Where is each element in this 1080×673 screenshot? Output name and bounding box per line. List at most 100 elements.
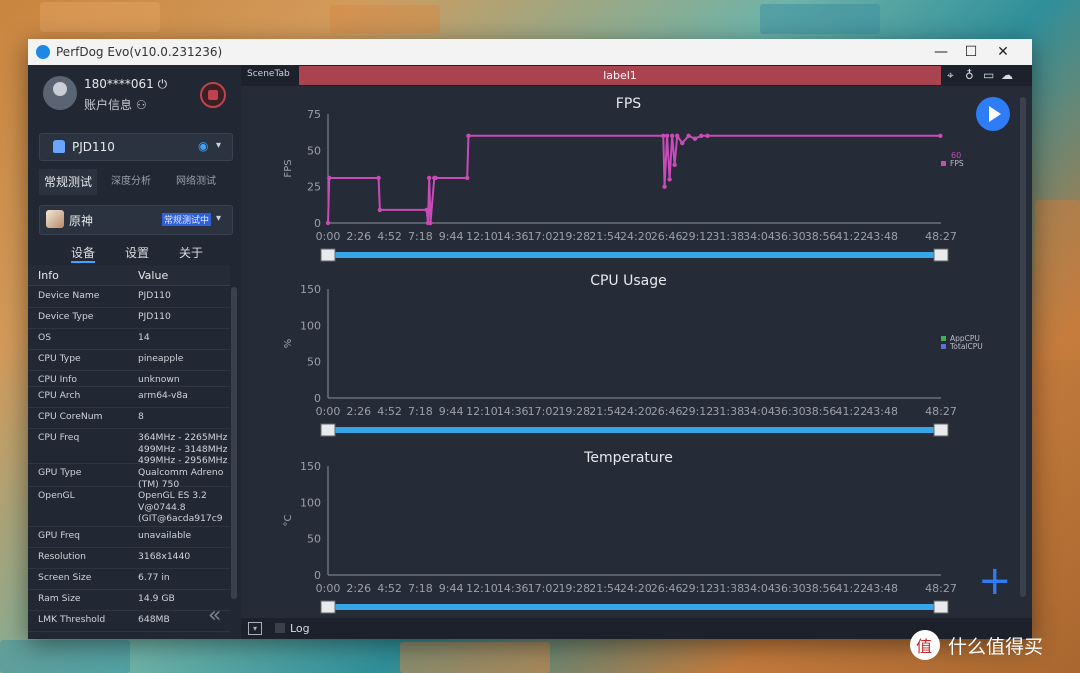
data-point	[664, 133, 670, 138]
table-row[interactable]: OpenGL OpenGL ES 3.2 V@0744.8 (GIT@6acda9…	[28, 486, 230, 527]
close-button[interactable]: ✕	[988, 41, 1018, 63]
table-row[interactable]: Screen Size 6.77 in	[28, 568, 230, 590]
info-value: unknown	[138, 374, 180, 385]
table-row[interactable]: OS 14	[28, 328, 230, 350]
table-row[interactable]: CPU Freq 364MHz - 2265MHz 499MHz - 3148MH…	[28, 428, 230, 466]
x-tick-label: 26:46	[651, 230, 683, 243]
app-selector[interactable]: 原神 常规测试中 ▾	[39, 205, 233, 235]
x-tick-label: 38:56	[805, 582, 837, 595]
temperature-plot: 0501001500:00 2:26 4:52 7:18 9:44 12:10 14:36 1…	[283, 460, 957, 614]
y-tick-label: 150	[300, 283, 321, 296]
log-label: Log	[290, 622, 310, 635]
x-tick-label: 31:38	[712, 405, 744, 418]
info-key: Device Name	[38, 290, 100, 301]
play-button[interactable]	[976, 97, 1010, 131]
tab-deep-analysis[interactable]: 深度分析	[101, 169, 161, 195]
minimize-button[interactable]: —	[926, 41, 956, 63]
tab-normal-test[interactable]: 常规测试	[39, 169, 97, 195]
x-tick-label: 2:26	[346, 230, 371, 243]
x-tick-label: 36:30	[774, 582, 806, 595]
x-tick-label: 41:22	[836, 405, 868, 418]
device-name: PJD110	[72, 140, 115, 154]
table-row[interactable]: Device Type PJD110	[28, 307, 230, 329]
info-value: pineapple	[138, 353, 184, 364]
table-row[interactable]: Device Name PJD110	[28, 286, 230, 308]
username[interactable]: 180****061 ⏻	[84, 77, 167, 92]
wifi-icon: ◉	[198, 139, 209, 153]
y-tick-label: 25	[307, 181, 321, 194]
data-point	[672, 162, 677, 168]
info-key: OS	[38, 332, 52, 343]
stop-record-button[interactable]	[200, 82, 226, 108]
table-row[interactable]: Ram Size 14.9 GB	[28, 589, 230, 611]
tab-network-test[interactable]: 网络测试	[165, 169, 227, 195]
status-badge: 常规测试中	[162, 213, 212, 226]
account-info-link[interactable]: 账户信息 ⚇	[84, 96, 147, 113]
info-value: PJD110	[138, 311, 171, 322]
cloud-icon[interactable]: ☁	[1001, 68, 1013, 82]
pin-icon[interactable]: ♁	[965, 68, 974, 82]
info-value: PJD110	[138, 290, 171, 301]
log-toggle-dropdown[interactable]: ▾	[248, 622, 262, 635]
x-tick-label: 48:27	[925, 582, 957, 595]
current-value-label: 60	[951, 151, 961, 160]
device-selector[interactable]: PJD110 ◉ ▾	[39, 133, 233, 161]
info-value: 14	[138, 332, 150, 343]
collapse-panel-icon[interactable]: «	[208, 603, 221, 628]
folder-icon[interactable]: ▭	[983, 68, 994, 82]
x-tick-label: 4:52	[377, 582, 402, 595]
x-tick-label: 36:30	[774, 230, 806, 243]
x-tick-label: 24:20	[620, 230, 652, 243]
add-chart-button[interactable]: +	[978, 561, 1012, 601]
info-value: OpenGL ES 3.2 V@0744.8 (GIT@6acda917c9	[138, 490, 223, 524]
table-row[interactable]: CPU Info unknown	[28, 370, 230, 387]
data-point	[692, 136, 698, 141]
x-tick-label: 0:00	[316, 230, 341, 243]
x-tick-label: 26:46	[651, 582, 683, 595]
info-value: 3168x1440	[138, 551, 191, 562]
x-tick-label: 29:12	[682, 405, 714, 418]
scene-label[interactable]: label1	[299, 66, 941, 85]
info-key: Screen Size	[38, 572, 92, 583]
y-tick-label: 100	[300, 496, 321, 509]
left-panel: 180****061 ⏻ 账户信息 ⚇ PJD110 ◉ ▾ 常规测试 深度分析…	[28, 65, 241, 639]
table-row[interactable]: GPU Freq unavailable	[28, 526, 230, 548]
data-point	[661, 133, 666, 138]
table-row[interactable]: CPU CoreNum 8	[28, 407, 230, 429]
y-tick-label: 75	[307, 108, 321, 121]
data-point	[427, 175, 432, 181]
table-row[interactable]: Resolution 3168x1440	[28, 547, 230, 569]
info-key: GPU Type	[38, 467, 82, 478]
info-value: arm64-v8a	[138, 390, 188, 401]
range-slider-right-handle	[933, 248, 949, 262]
x-tick-label: 21:54	[589, 405, 621, 418]
data-point	[325, 220, 331, 226]
table-row[interactable]: CPU Type pineapple	[28, 349, 230, 371]
tab-about[interactable]: 关于	[179, 244, 203, 261]
x-tick-label: 9:44	[439, 230, 464, 243]
scene-tab[interactable]: SceneTab	[247, 69, 290, 79]
title-bar: PerfDog Evo(v10.0.231236) — ☐ ✕	[28, 39, 1032, 65]
table-row[interactable]: GPU Type Qualcomm Adreno (TM) 750	[28, 463, 230, 490]
table-row[interactable]: LMK Threshold 648MB	[28, 610, 230, 632]
fps-plot: 0 25 50 75 0:00 2:26 4:52 7:18 9:44 12:10 14:36 17:…	[283, 108, 964, 262]
avatar[interactable]	[43, 76, 77, 110]
maximize-button[interactable]: ☐	[956, 41, 986, 63]
tab-settings[interactable]: 设置	[125, 244, 149, 261]
location-icon[interactable]: ⌖	[947, 68, 954, 83]
data-point	[466, 133, 471, 138]
table-row[interactable]: CPU Arch arm64-v8a	[28, 386, 230, 408]
chart-scrollbar[interactable]	[1020, 97, 1026, 597]
x-tick-label: 9:44	[439, 405, 464, 418]
info-scrollbar[interactable]	[231, 287, 237, 599]
table-header: Info Value	[28, 265, 230, 286]
legend-label: FPS	[950, 159, 964, 168]
info-key: Resolution	[38, 551, 87, 562]
data-point	[464, 175, 470, 181]
y-tick-label: 0	[314, 217, 321, 230]
android-icon	[53, 140, 65, 153]
tab-device[interactable]: 设备	[71, 244, 96, 263]
x-tick-label: 12:10	[466, 582, 498, 595]
log-checkbox[interactable]	[275, 623, 285, 633]
data-point	[705, 133, 710, 138]
